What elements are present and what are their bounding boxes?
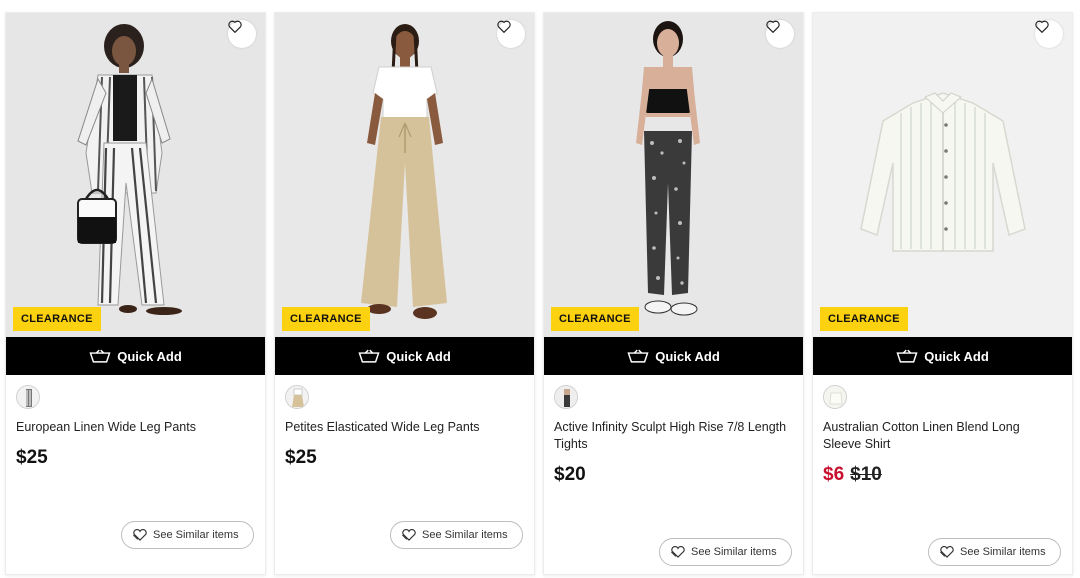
product-image[interactable]: CLEARANCE <box>275 13 534 337</box>
product-image[interactable]: CLEARANCE <box>6 13 265 337</box>
product-price: $20 <box>554 464 586 485</box>
favorite-button[interactable] <box>497 20 525 48</box>
model-printed-leggings <box>544 13 803 337</box>
original-price: $10 <box>850 464 882 485</box>
quick-add-label: Quick Add <box>117 348 182 364</box>
product-name[interactable]: Australian Cotton Linen Blend Long Sleev… <box>823 419 1058 453</box>
product-grid: CLEARANCE Quick Add European Linen Wide … <box>0 0 1080 578</box>
sale-price: $6 <box>823 464 845 485</box>
see-similar-label: See Similar items <box>153 529 239 541</box>
similar-icon <box>133 529 147 541</box>
product-image[interactable]: CLEARANCE <box>813 13 1072 337</box>
clearance-badge: CLEARANCE <box>282 307 370 331</box>
product-name[interactable]: Active Infinity Sculpt High Rise 7/8 Len… <box>554 419 789 453</box>
quick-add-label: Quick Add <box>655 348 720 364</box>
clearance-badge: CLEARANCE <box>820 307 908 331</box>
color-swatch[interactable] <box>554 385 578 409</box>
see-similar-button[interactable]: See Similar items <box>390 521 523 549</box>
product-price: $6 $10 <box>823 464 882 486</box>
heart-icon <box>497 20 511 33</box>
quick-add-label: Quick Add <box>924 348 989 364</box>
product-card[interactable]: CLEARANCE Quick Add Australian Cotton Li… <box>812 12 1073 575</box>
model-striped-linen-outfit <box>6 13 265 337</box>
clearance-badge: CLEARANCE <box>13 307 101 331</box>
favorite-button[interactable] <box>1035 20 1063 48</box>
basket-icon <box>358 349 380 363</box>
quick-add-button[interactable]: Quick Add <box>6 337 265 375</box>
see-similar-label: See Similar items <box>691 546 777 558</box>
basket-icon <box>89 349 111 363</box>
product-price: $25 <box>16 447 48 468</box>
see-similar-button[interactable]: See Similar items <box>659 538 792 566</box>
product-card[interactable]: CLEARANCE Quick Add Active Infinity Scul… <box>543 12 804 575</box>
heart-icon <box>766 20 780 33</box>
product-name[interactable]: Petites Elasticated Wide Leg Pants <box>285 419 520 436</box>
similar-icon <box>671 546 685 558</box>
striped-shirt-flatlay <box>813 13 1072 337</box>
see-similar-button[interactable]: See Similar items <box>121 521 254 549</box>
product-card[interactable]: CLEARANCE Quick Add European Linen Wide … <box>5 12 266 575</box>
quick-add-label: Quick Add <box>386 348 451 364</box>
heart-icon <box>1035 20 1049 33</box>
basket-icon <box>896 349 918 363</box>
swatch-thumbnail <box>555 386 577 408</box>
similar-icon <box>402 529 416 541</box>
color-swatch[interactable] <box>285 385 309 409</box>
clearance-badge: CLEARANCE <box>551 307 639 331</box>
product-name[interactable]: European Linen Wide Leg Pants <box>16 419 251 436</box>
quick-add-button[interactable]: Quick Add <box>813 337 1072 375</box>
swatch-thumbnail <box>17 386 39 408</box>
heart-icon <box>228 20 242 33</box>
product-price: $25 <box>285 447 317 468</box>
product-image[interactable]: CLEARANCE <box>544 13 803 337</box>
see-similar-label: See Similar items <box>960 546 1046 558</box>
color-swatch[interactable] <box>16 385 40 409</box>
quick-add-button[interactable]: Quick Add <box>275 337 534 375</box>
favorite-button[interactable] <box>766 20 794 48</box>
model-beige-wide-leg-pants <box>275 13 534 337</box>
see-similar-button[interactable]: See Similar items <box>928 538 1061 566</box>
color-swatch[interactable] <box>823 385 847 409</box>
quick-add-button[interactable]: Quick Add <box>544 337 803 375</box>
swatch-thumbnail <box>286 386 308 408</box>
favorite-button[interactable] <box>228 20 256 48</box>
swatch-thumbnail <box>824 386 846 408</box>
similar-icon <box>940 546 954 558</box>
basket-icon <box>627 349 649 363</box>
see-similar-label: See Similar items <box>422 529 508 541</box>
product-card[interactable]: CLEARANCE Quick Add Petites Elasticated … <box>274 12 535 575</box>
